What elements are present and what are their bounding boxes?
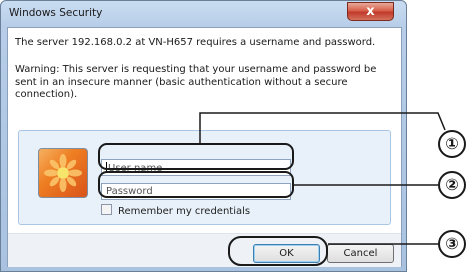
callout-number-1: ① — [438, 130, 466, 158]
callout-number-3: ③ — [438, 230, 466, 258]
callout-number-2: ② — [438, 171, 466, 199]
callout-leader-lines — [199, 112, 446, 245]
leader-line-1 — [199, 112, 446, 143]
